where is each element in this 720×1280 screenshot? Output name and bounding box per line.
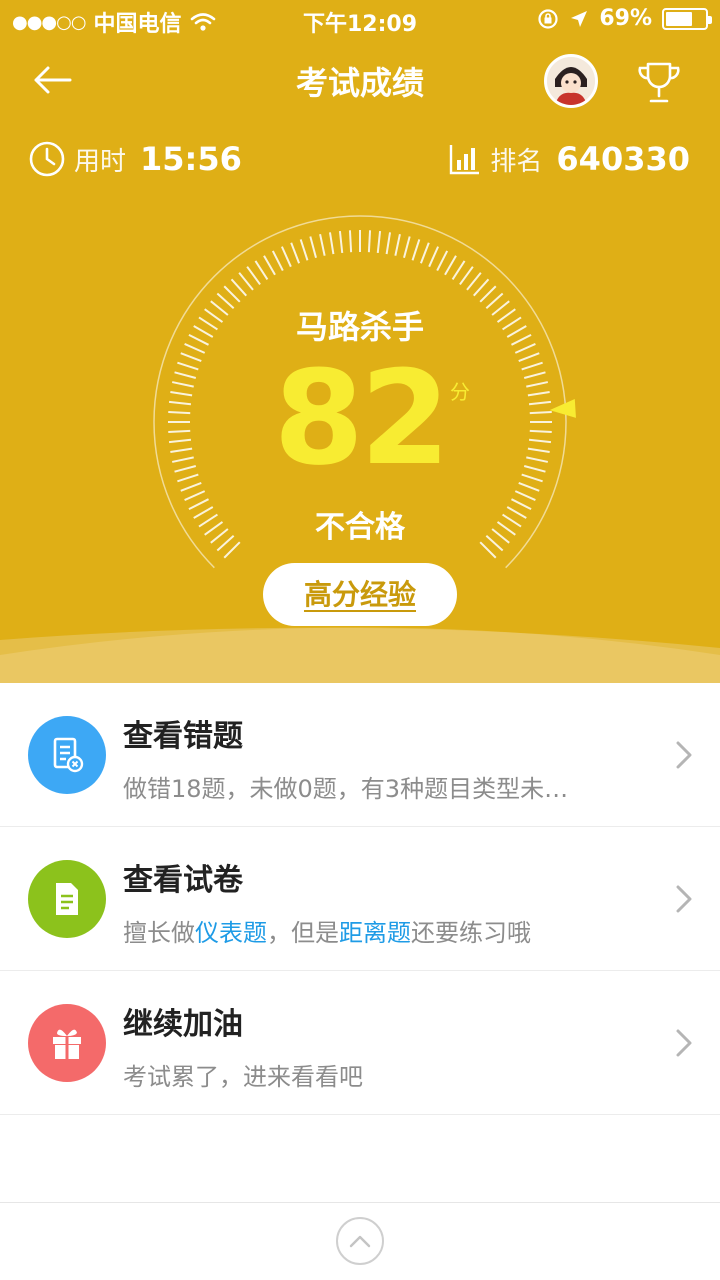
description-text: 做错18题，未做0题，有3种题目类型未… [123,775,569,803]
duration-value: 15:56 [140,140,242,178]
rank-stat: 排名 640330 [448,140,690,178]
description-text: ，但是 [267,919,339,947]
nav-bar: 考试成绩 [0,40,720,122]
item-description: 考试累了，进来看看吧 [123,1057,363,1092]
status-bar: ●●●○○ 中国电信 下午12:09 69% [0,0,720,40]
item-title: 查看错题 [123,719,243,754]
description-text: 考试累了，进来看看吧 [123,1063,363,1091]
item-description: 做错18题，未做0题，有3种题目类型未… [123,769,568,804]
pass-status: 不合格 [315,510,405,545]
duration-label: 用时 [74,146,127,177]
wrong-questions-icon [28,716,106,794]
high-score-tips-button[interactable]: 高分经验 [263,563,457,626]
rank-label: 排名 [490,146,543,177]
paper-icon [28,860,106,938]
gift-icon [28,1004,106,1082]
rotation-lock-icon [538,8,558,29]
battery-icon [662,7,712,30]
scroll-up-button[interactable] [336,1217,384,1265]
item-title: 查看试卷 [123,863,243,898]
bar-chart-icon [450,145,480,175]
list-item-exam-paper[interactable]: 查看试卷 擅长做仪表题，但是距离题还要练习哦 [0,827,720,971]
duration-stat: 用时 15:56 [28,140,242,178]
chevron-right-icon [676,741,692,769]
page-title: 考试成绩 [295,64,424,102]
list-item-keep-going[interactable]: 继续加油 考试累了，进来看看吧 [0,971,720,1115]
battery-level [666,11,693,26]
trophy-icon [638,62,680,103]
exam-score: 82 [273,342,451,494]
list-item-wrong-questions[interactable]: 查看错题 做错18题，未做0题，有3种题目类型未… [0,683,720,827]
description-text: 还要练习哦 [411,919,531,947]
description-text: 擅长做 [123,919,195,947]
chevron-right-icon [676,885,692,913]
score-unit: 分 [450,380,470,404]
clock-icon [29,141,65,177]
action-list: 查看错题 做错18题，未做0题，有3种题目类型未… 查看试卷 擅长做仪表题，但是… [0,683,720,1115]
item-description: 擅长做仪表题，但是距离题还要练习哦 [123,913,531,948]
chevron-right-icon [676,1029,692,1057]
chevron-up-icon [349,1235,371,1248]
rank-value: 640330 [556,140,690,178]
user-avatar[interactable] [544,54,598,108]
highlighted-topic: 仪表题 [195,919,267,947]
item-title: 继续加油 [123,1007,243,1042]
trophy-button[interactable] [632,58,686,108]
battery-percent: 69% [599,6,652,31]
footer-divider [0,1202,720,1203]
location-arrow-icon [571,10,588,27]
highlighted-topic: 距离题 [339,919,411,947]
